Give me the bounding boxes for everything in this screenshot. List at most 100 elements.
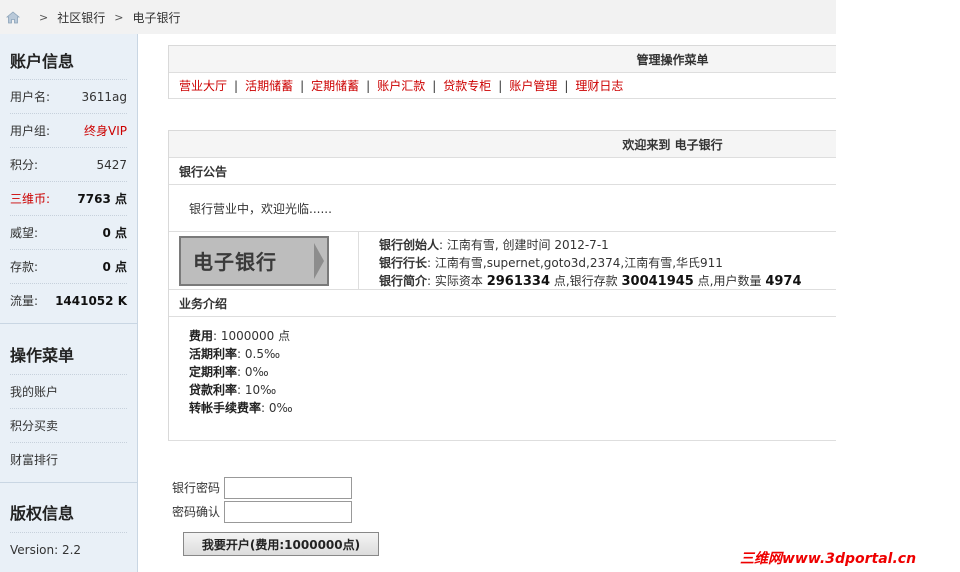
business-item-label: 转帐手续费率: [189, 401, 262, 415]
notice-heading: 银行公告: [169, 158, 836, 185]
menu-link-account-manage[interactable]: 账户管理: [509, 77, 557, 94]
sidebar-item-label[interactable]: 我的账户: [10, 383, 58, 400]
business-item-fixed-rate: 定期利率: 0‰: [189, 363, 836, 381]
bank-password-input[interactable]: [224, 476, 352, 499]
intro-line: 银行简介: 实际资本 2961334 点,银行存款 30041945 点,用户数…: [379, 272, 802, 291]
intro-label: 银行简介: [379, 274, 428, 288]
version-info: Version: 2.2: [10, 532, 127, 566]
account-row-value: 0 点: [102, 260, 127, 274]
intro-prefix: : 实际资本: [427, 274, 487, 288]
business-item-transfer-fee: 转帐手续费率: 0‰: [189, 399, 836, 417]
breadcrumb: > 社区银行 > 电子银行: [0, 0, 836, 34]
sidebar: 账户信息 用户名: 3611ag 用户组: 终身VIP 积分: 5427 三维币…: [0, 34, 138, 572]
account-row-label: 存款:: [10, 260, 39, 274]
password-confirm-input[interactable]: [224, 500, 352, 523]
business-item-fee: 费用: 1000000 点: [189, 327, 836, 345]
sidebar-item-my-account[interactable]: 我的账户: [10, 374, 127, 408]
business-item-value: : 10‰: [237, 383, 277, 397]
menu-link-finance-log[interactable]: 理财日志: [575, 77, 623, 94]
site-watermark: 三维网www.3dportal.cn: [740, 551, 917, 567]
admin-menu-panel: 管理操作菜单 营业大厅 | 活期储蓄 | 定期储蓄 | 账户汇款 | 贷款专柜 …: [168, 45, 836, 99]
sidebar-item-wealth-rank[interactable]: 财富排行: [10, 442, 127, 476]
menu-link-lobby[interactable]: 营业大厅: [179, 77, 227, 94]
menu-divider: |: [300, 78, 305, 93]
menu-link-remittance[interactable]: 账户汇款: [377, 77, 425, 94]
menu-divider: |: [366, 78, 371, 93]
account-row-deposit: 存款: 0 点: [10, 249, 127, 283]
account-row-value: 3611ag: [81, 89, 127, 104]
bank-info-row: 电子银行 银行创始人: 江南有雪, 创建时间 2012-7-1 银行行长: 江南…: [169, 232, 836, 290]
business-item-value: : 0‰: [237, 365, 269, 379]
account-info-title: 账户信息: [10, 52, 75, 71]
bank-details: 银行创始人: 江南有雪, 创建时间 2012-7-1 银行行长: 江南有雪,su…: [359, 232, 802, 289]
business-item-label: 活期利率: [189, 347, 238, 361]
account-row-label: 积分:: [10, 158, 39, 172]
sidebar-item-points-trade[interactable]: 积分买卖: [10, 408, 127, 442]
password-label: 银行密码: [172, 481, 221, 495]
sidebar-divider: [0, 323, 137, 324]
account-row-label: 流量:: [10, 294, 39, 308]
intro-mid: 点,银行存款: [550, 274, 622, 288]
menu-divider: |: [498, 78, 503, 93]
confirm-row: 密码确认: [172, 500, 352, 523]
breadcrumb-separator: >: [39, 10, 49, 24]
account-row-label: 威望:: [10, 226, 39, 240]
founder-value: : 江南有雪, 创建时间 2012-7-1: [439, 238, 609, 252]
founder-label: 银行创始人: [379, 238, 440, 252]
account-row-value: 终身VIP: [84, 124, 127, 138]
menu-divider: |: [564, 78, 569, 93]
menu-link-current-savings[interactable]: 活期储蓄: [245, 77, 293, 94]
account-row-3d-coin: 三维币: 7763 点: [10, 181, 127, 215]
business-item-label: 费用: [189, 329, 214, 343]
business-item-loan-rate: 贷款利率: 10‰: [189, 381, 836, 399]
business-item-value: : 0‰: [261, 401, 293, 415]
account-row-label: 三维币:: [10, 192, 51, 206]
welcome-panel: 欢迎来到 电子银行 银行公告 银行营业中，欢迎光临...... 电子银行 银行创…: [168, 130, 836, 441]
business-item-label: 贷款利率: [189, 383, 238, 397]
president-label: 银行行长: [379, 256, 428, 270]
confirm-label: 密码确认: [172, 505, 221, 519]
breadcrumb-e-bank[interactable]: 电子银行: [132, 9, 180, 26]
sidebar-item-label[interactable]: 积分买卖: [10, 417, 58, 434]
account-row-label: 用户名:: [10, 90, 51, 104]
notice-text: 银行营业中，欢迎光临......: [169, 185, 836, 232]
version-label: Version: 2.2: [10, 542, 82, 557]
menu-link-loans[interactable]: 贷款专柜: [443, 77, 491, 94]
account-row-value: 7763 点: [77, 192, 127, 206]
account-row-username: 用户名: 3611ag: [10, 79, 127, 113]
business-list: 费用: 1000000 点 活期利率: 0.5‰ 定期利率: 0‰ 贷款利率: …: [169, 317, 836, 417]
account-row-value: 0 点: [102, 226, 127, 240]
welcome-title: 欢迎来到 电子银行: [169, 131, 836, 158]
account-row-value: 5427: [96, 157, 127, 172]
breadcrumb-separator: >: [114, 10, 124, 24]
user-count-value: 4974: [765, 274, 802, 289]
president-value: : 江南有雪,supernet,goto3d,2374,江南有雪,华氏911: [427, 256, 723, 270]
menu-link-fixed-savings[interactable]: 定期储蓄: [311, 77, 359, 94]
intro-mid: 点,用户数量: [693, 274, 766, 288]
account-row-label: 用户组:: [10, 124, 51, 138]
breadcrumb-community-bank[interactable]: 社区银行: [57, 9, 105, 26]
admin-menu-title: 管理操作菜单: [169, 46, 836, 73]
sidebar-item-label[interactable]: 财富排行: [10, 451, 58, 468]
bank-logo: 电子银行: [179, 235, 329, 286]
menu-divider: |: [234, 78, 239, 93]
account-row-points: 积分: 5427: [10, 147, 127, 181]
founder-line: 银行创始人: 江南有雪, 创建时间 2012-7-1: [379, 236, 802, 254]
sidebar-divider: [0, 482, 137, 483]
account-row-value: 1441052 K: [55, 293, 127, 308]
capital-value: 2961334: [486, 274, 551, 289]
menu-divider: |: [432, 78, 437, 93]
business-heading: 业务介绍: [169, 290, 836, 317]
open-account-button[interactable]: 我要开户(费用:1000000点): [183, 532, 379, 556]
deposit-value: 30041945: [621, 274, 694, 289]
operation-menu-title: 操作菜单: [10, 346, 75, 365]
admin-menu-links: 营业大厅 | 活期储蓄 | 定期储蓄 | 账户汇款 | 贷款专柜 | 账户管理 …: [169, 73, 836, 99]
president-line: 银行行长: 江南有雪,supernet,goto3d,2374,江南有雪,华氏9…: [379, 254, 802, 272]
business-item-value: : 1000000 点: [213, 329, 291, 343]
bank-logo-text: 电子银行: [193, 250, 277, 274]
home-icon[interactable]: [6, 10, 20, 24]
business-item-value: : 0.5‰: [237, 347, 281, 361]
password-row: 银行密码: [172, 476, 352, 499]
account-row-prestige: 威望: 0 点: [10, 215, 127, 249]
bank-logo-cell: 电子银行: [169, 232, 359, 289]
